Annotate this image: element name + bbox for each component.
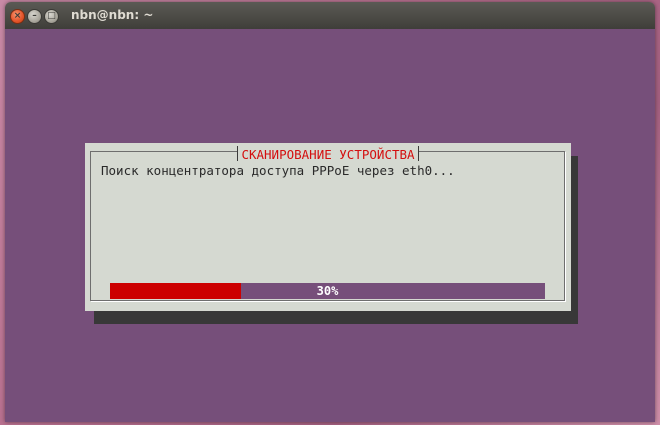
progress-bar: 30% bbox=[110, 283, 545, 299]
close-icon[interactable]: × bbox=[10, 9, 25, 24]
scan-dialog: СКАНИРОВАНИЕ УСТРОЙСТВА Поиск концентрат… bbox=[85, 143, 571, 311]
terminal-window: × – □ nbn@nbn: ~ СКАНИРОВАНИЕ УСТРОЙСТВА… bbox=[5, 2, 655, 422]
terminal-area[interactable]: СКАНИРОВАНИЕ УСТРОЙСТВА Поиск концентрат… bbox=[5, 29, 655, 422]
title-right-divider bbox=[417, 146, 419, 161]
window-title: nbn@nbn: ~ bbox=[71, 8, 154, 22]
maximize-icon[interactable]: □ bbox=[44, 9, 59, 24]
dialog-message: Поиск концентратора доступа PPPoE через … bbox=[101, 163, 455, 178]
dialog-title: СКАНИРОВАНИЕ УСТРОЙСТВА bbox=[238, 147, 418, 163]
window-titlebar[interactable]: × – □ nbn@nbn: ~ bbox=[5, 2, 655, 29]
progress-label: 30% bbox=[316, 284, 339, 298]
minimize-icon[interactable]: – bbox=[27, 9, 42, 24]
title-left-divider bbox=[237, 146, 239, 161]
dialog-title-row: СКАНИРОВАНИЕ УСТРОЙСТВА bbox=[85, 144, 571, 163]
